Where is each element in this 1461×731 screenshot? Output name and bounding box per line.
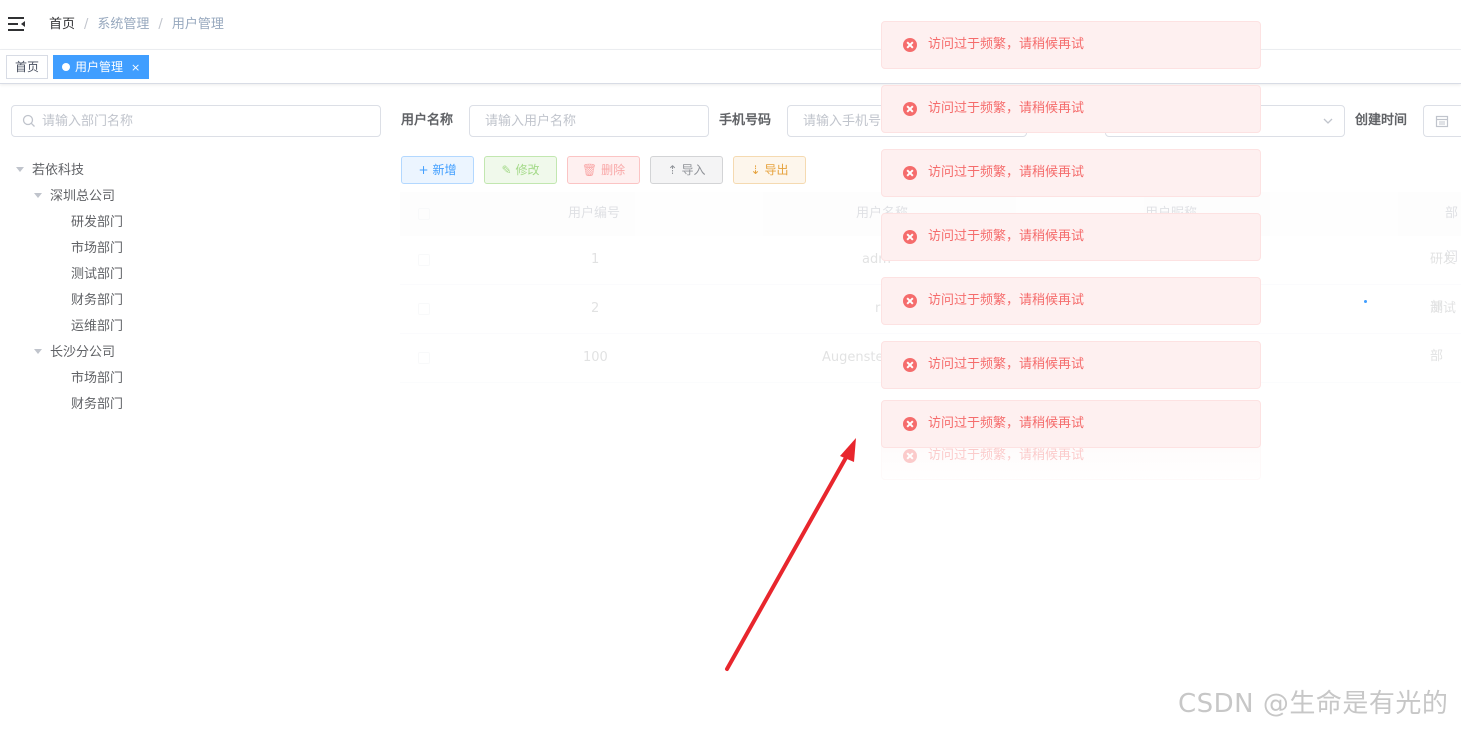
tree-node-label: 财务部门 — [71, 293, 124, 308]
dept-search-field — [11, 105, 381, 137]
trash-icon: 🗑 — [581, 163, 598, 177]
tree-node-shenzhen[interactable]: 深圳总公司 — [16, 184, 376, 210]
tree-node-leaf[interactable]: 运维部门 — [16, 314, 376, 340]
edit-icon: ✎ — [501, 163, 512, 177]
calendar-icon — [1435, 115, 1449, 128]
error-message: 访问过于频繁，请稍候再试 — [881, 85, 1261, 133]
hamburger-icon[interactable] — [8, 16, 26, 32]
tree-node-root[interactable]: 若依科技 — [16, 158, 376, 184]
error-message-text: 访问过于频繁，请稍候再试 — [928, 293, 1085, 308]
loading-dot — [1364, 300, 1367, 303]
download-icon: ⇣ — [750, 163, 761, 177]
tree-node-leaf[interactable]: 市场部门 — [16, 366, 376, 392]
caret-down-icon[interactable] — [16, 167, 24, 172]
tree-node-label: 财务部门 — [71, 397, 124, 412]
row-checkbox[interactable] — [418, 352, 430, 364]
tree-node-label: 市场部门 — [71, 241, 124, 256]
col-user-id: 用户编号 — [568, 206, 621, 221]
tree-node-leaf[interactable]: 财务部门 — [16, 392, 376, 418]
breadcrumb-system[interactable]: 系统管理 — [97, 16, 149, 34]
breadcrumb: 首页 / 系统管理 / 用户管理 — [49, 16, 224, 34]
error-message-text: 访问过于频繁，请稍候再试 — [928, 165, 1085, 180]
tree-node-changsha[interactable]: 长沙分公司 — [16, 340, 376, 366]
edit-label: 修改 — [515, 163, 540, 177]
error-message-text: 访问过于频繁，请稍候再试 — [928, 448, 1085, 463]
tree-node-leaf[interactable]: 财务部门 — [16, 288, 376, 314]
export-label: 导出 — [764, 163, 789, 177]
cell-user-id: 1 — [591, 252, 600, 267]
delete-label: 删除 — [601, 163, 626, 177]
watermark: CSDN @生命是有光的 — [1178, 689, 1449, 719]
tag-home[interactable]: 首页 — [6, 55, 49, 79]
error-message-text: 访问过于频繁，请稍候再试 — [928, 101, 1085, 116]
date-range-picker[interactable] — [1423, 105, 1461, 137]
import-label: 导入 — [681, 163, 706, 177]
row-checkbox[interactable] — [418, 303, 430, 315]
error-circle-icon[interactable] — [903, 102, 917, 116]
tree-node-leaf[interactable]: 市场部门 — [16, 236, 376, 262]
select-all-checkbox[interactable] — [418, 208, 430, 220]
username-label: 用户名称 — [401, 113, 454, 128]
error-message-text: 访问过于频繁，请稍候再试 — [928, 229, 1085, 244]
error-message-text: 访问过于频繁，请稍候再试 — [928, 357, 1085, 372]
error-message: 访问过于频繁，请稍候再试 — [881, 277, 1261, 325]
cell-user-id: 2 — [591, 301, 600, 316]
tree-node-label: 测试部门 — [71, 267, 124, 282]
annotation-arrow-icon — [725, 438, 856, 671]
tree-node-label: 研发部门 — [71, 215, 124, 230]
error-circle-icon[interactable] — [903, 166, 917, 180]
error-message: 访问过于频繁，请稍候再试 — [881, 341, 1261, 389]
tree-node-label: 长沙分公司 — [50, 345, 116, 360]
tag-home-label: 首页 — [15, 60, 40, 74]
cell-username: Augenste — [822, 350, 884, 365]
row-checkbox[interactable] — [418, 254, 430, 266]
cell-user-id: 100 — [583, 350, 608, 365]
tree-node-label: 若依科技 — [32, 163, 85, 178]
delete-button[interactable]: 🗑 删除 — [567, 156, 640, 184]
error-circle-icon[interactable] — [903, 449, 917, 463]
created-time-label: 创建时间 — [1355, 113, 1408, 128]
tree-node-label: 市场部门 — [71, 371, 124, 386]
export-button[interactable]: ⇣ 导出 — [733, 156, 806, 184]
cell-username: r — [875, 301, 881, 316]
active-dot-icon — [62, 63, 70, 71]
search-icon — [22, 114, 35, 127]
add-label: 新增 — [432, 163, 457, 177]
tree-node-leaf[interactable]: 测试部门 — [16, 262, 376, 288]
edit-button[interactable]: ✎ 修改 — [484, 156, 557, 184]
error-circle-icon[interactable] — [903, 38, 917, 52]
breadcrumb-separator: / — [84, 17, 89, 32]
username-input[interactable] — [485, 106, 685, 136]
error-message-text: 访问过于频繁，请稍候再试 — [928, 416, 1085, 431]
tag-active-label: 用户管理 — [75, 60, 124, 74]
add-button[interactable]: + 新增 — [401, 156, 474, 184]
breadcrumb-home[interactable]: 首页 — [49, 16, 75, 34]
username-field — [469, 105, 709, 137]
tree-node-label: 深圳总公司 — [50, 189, 116, 204]
upload-icon: ⇡ — [667, 163, 678, 177]
chevron-down-icon — [1323, 118, 1333, 124]
error-message: 访问过于频繁，请稍候再试 — [881, 21, 1261, 69]
plus-icon: + — [418, 163, 429, 177]
breadcrumb-separator: / — [158, 17, 163, 32]
error-circle-icon[interactable] — [903, 358, 917, 372]
error-message: 访问过于频繁，请稍候再试 — [881, 400, 1261, 448]
error-circle-icon[interactable] — [903, 294, 917, 308]
tag-close-icon[interactable]: × — [131, 61, 140, 74]
tree-node-label: 运维部门 — [71, 319, 124, 334]
error-circle-icon[interactable] — [903, 230, 917, 244]
phone-label: 手机号码 — [719, 113, 772, 128]
dept-search-input[interactable] — [42, 106, 372, 136]
error-message: 访问过于频繁，请稍候再试 — [881, 213, 1261, 261]
caret-down-icon[interactable] — [34, 193, 42, 198]
breadcrumb-current: 用户管理 — [171, 17, 224, 32]
error-message-text: 访问过于频繁，请稍候再试 — [928, 37, 1085, 52]
dept-tree: 若依科技 深圳总公司 研发部门 市场部门 测试部门 财务部门 运维部门 长沙分公… — [16, 158, 376, 418]
tree-node-leaf[interactable]: 研发部门 — [16, 210, 376, 236]
caret-down-icon[interactable] — [34, 349, 42, 354]
tag-user-management[interactable]: 用户管理 × — [53, 55, 150, 79]
error-message: 访问过于频繁，请稍候再试 — [881, 149, 1261, 197]
error-circle-icon[interactable] — [903, 417, 917, 431]
import-button[interactable]: ⇡ 导入 — [650, 156, 723, 184]
